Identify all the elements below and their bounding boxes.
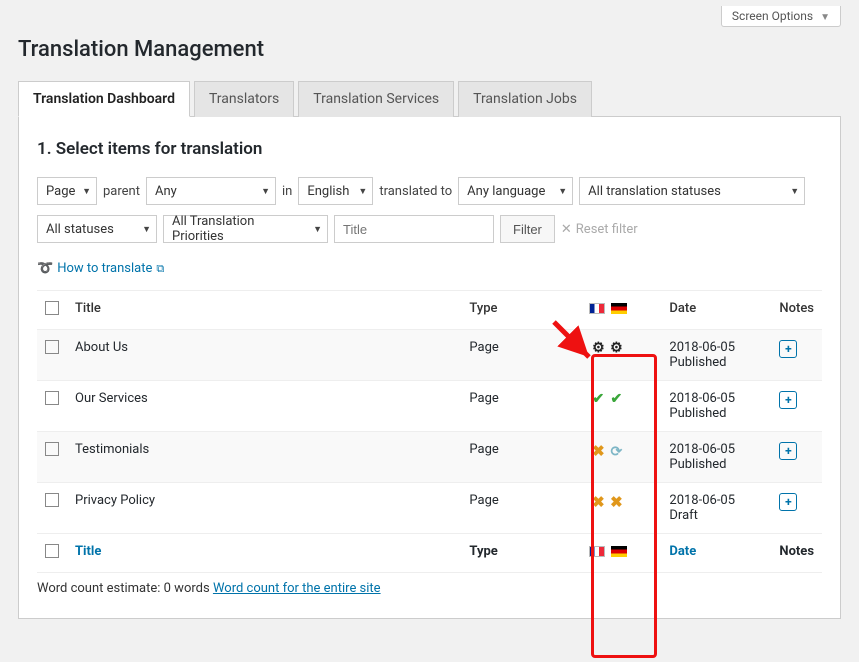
add-note-button[interactable]: +: [779, 340, 797, 358]
row-title[interactable]: Privacy Policy: [67, 483, 461, 534]
row-type: Page: [461, 432, 581, 483]
parent-select[interactable]: Any▼: [146, 177, 276, 205]
chevron-down-icon: ▼: [358, 186, 367, 197]
help-icon: ➰: [37, 261, 53, 276]
row-lang-status: ⚙⚙: [581, 330, 661, 381]
tab-translation-jobs[interactable]: Translation Jobs: [458, 81, 592, 117]
col-notes-footer: Notes: [771, 534, 822, 573]
chevron-down-icon: ▼: [82, 186, 91, 197]
tab-translators[interactable]: Translators: [194, 81, 294, 117]
target-lang-select[interactable]: Any language▼: [458, 177, 573, 205]
row-type: Page: [461, 381, 581, 432]
col-notes: Notes: [771, 291, 822, 330]
items-table: Title Type Date Notes About UsPage⚙⚙2018…: [37, 290, 822, 573]
add-note-button[interactable]: +: [779, 442, 797, 460]
chevron-down-icon: ▼: [313, 224, 322, 235]
cross-icon: ✖: [589, 493, 607, 511]
add-note-button[interactable]: +: [779, 391, 797, 409]
external-link-icon: ⧉: [156, 262, 164, 276]
col-languages: [581, 291, 661, 330]
table-row: Privacy PolicyPage✖✖2018-06-05Draft+: [37, 483, 822, 534]
cross-icon: ✖: [607, 493, 625, 511]
row-date: 2018-06-05Published: [661, 381, 771, 432]
col-languages-footer: [581, 534, 661, 573]
screen-options-label: Screen Options: [732, 9, 813, 23]
col-date[interactable]: Date: [661, 291, 771, 330]
translated-to-label: translated to: [379, 184, 452, 199]
col-title-footer[interactable]: Title: [67, 534, 461, 573]
row-checkbox[interactable]: [45, 391, 59, 405]
add-note-button[interactable]: +: [779, 493, 797, 511]
chevron-down-icon: ▼: [790, 186, 799, 197]
gear-icon: ⚙: [589, 340, 607, 356]
table-row: Our ServicesPage✔✔2018-06-05Published+: [37, 381, 822, 432]
col-title[interactable]: Title: [67, 291, 461, 330]
parent-label: parent: [103, 184, 140, 199]
post-type-select[interactable]: Page▼: [37, 177, 97, 205]
col-date-footer[interactable]: Date: [661, 534, 771, 573]
select-all-checkbox[interactable]: [45, 301, 59, 315]
tab-bar: Translation Dashboard Translators Transl…: [18, 80, 841, 117]
row-type: Page: [461, 483, 581, 534]
translation-status-select[interactable]: All translation statuses▼: [579, 177, 805, 205]
row-lang-status: ✖✖: [581, 483, 661, 534]
chevron-down-icon: ▼: [820, 12, 830, 23]
in-label: in: [282, 184, 292, 199]
chevron-down-icon: ▼: [261, 186, 270, 197]
refresh-icon: ⟳: [607, 444, 625, 460]
row-checkbox[interactable]: [45, 340, 59, 354]
filters-row-1: Page▼ parent Any▼ in English▼ translated…: [37, 177, 822, 205]
row-checkbox[interactable]: [45, 442, 59, 456]
word-count-note: Word count estimate: 0 words Word count …: [37, 581, 822, 596]
row-title[interactable]: About Us: [67, 330, 461, 381]
gear-icon: ⚙: [607, 340, 625, 356]
check-icon: ✔: [589, 391, 607, 407]
table-row: TestimonialsPage✖⟳2018-06-05Published+: [37, 432, 822, 483]
page-title: Translation Management: [18, 37, 841, 62]
row-date: 2018-06-05Published: [661, 330, 771, 381]
row-date: 2018-06-05Published: [661, 432, 771, 483]
reset-filter-link[interactable]: ✕Reset filter: [561, 222, 638, 237]
flag-fr-icon: [589, 303, 605, 314]
dashboard-panel: 1. Select items for translation Page▼ pa…: [18, 117, 841, 619]
check-icon: ✔: [607, 391, 625, 407]
table-row: About UsPage⚙⚙2018-06-05Published+: [37, 330, 822, 381]
row-title[interactable]: Testimonials: [67, 432, 461, 483]
col-type: Type: [461, 291, 581, 330]
word-count-site-link[interactable]: Word count for the entire site: [213, 581, 381, 596]
section-title: 1. Select items for translation: [37, 139, 822, 159]
close-icon: ✕: [561, 222, 572, 237]
flag-de-icon: [611, 546, 627, 557]
cross-icon: ✖: [589, 442, 607, 460]
post-status-select[interactable]: All statuses▼: [37, 215, 157, 243]
flag-fr-icon: [589, 546, 605, 557]
priority-select[interactable]: All Translation Priorities▼: [163, 215, 328, 243]
chevron-down-icon: ▼: [142, 224, 151, 235]
filters-row-2: All statuses▼ All Translation Priorities…: [37, 215, 822, 243]
col-type-footer: Type: [461, 534, 581, 573]
filter-button[interactable]: Filter: [500, 215, 555, 243]
tab-translation-dashboard[interactable]: Translation Dashboard: [18, 81, 190, 117]
how-to-translate-link[interactable]: ➰ How to translate ⧉: [37, 261, 164, 276]
chevron-down-icon: ▼: [558, 186, 567, 197]
tab-translation-services[interactable]: Translation Services: [298, 81, 454, 117]
row-type: Page: [461, 330, 581, 381]
row-date: 2018-06-05Draft: [661, 483, 771, 534]
flag-de-icon: [611, 303, 627, 314]
row-checkbox[interactable]: [45, 493, 59, 507]
row-lang-status: ✖⟳: [581, 432, 661, 483]
row-title[interactable]: Our Services: [67, 381, 461, 432]
screen-options-toggle[interactable]: Screen Options ▼: [721, 6, 841, 27]
title-search-input[interactable]: [334, 215, 494, 243]
row-lang-status: ✔✔: [581, 381, 661, 432]
source-lang-select[interactable]: English▼: [298, 177, 373, 205]
select-all-checkbox-bottom[interactable]: [45, 544, 59, 558]
